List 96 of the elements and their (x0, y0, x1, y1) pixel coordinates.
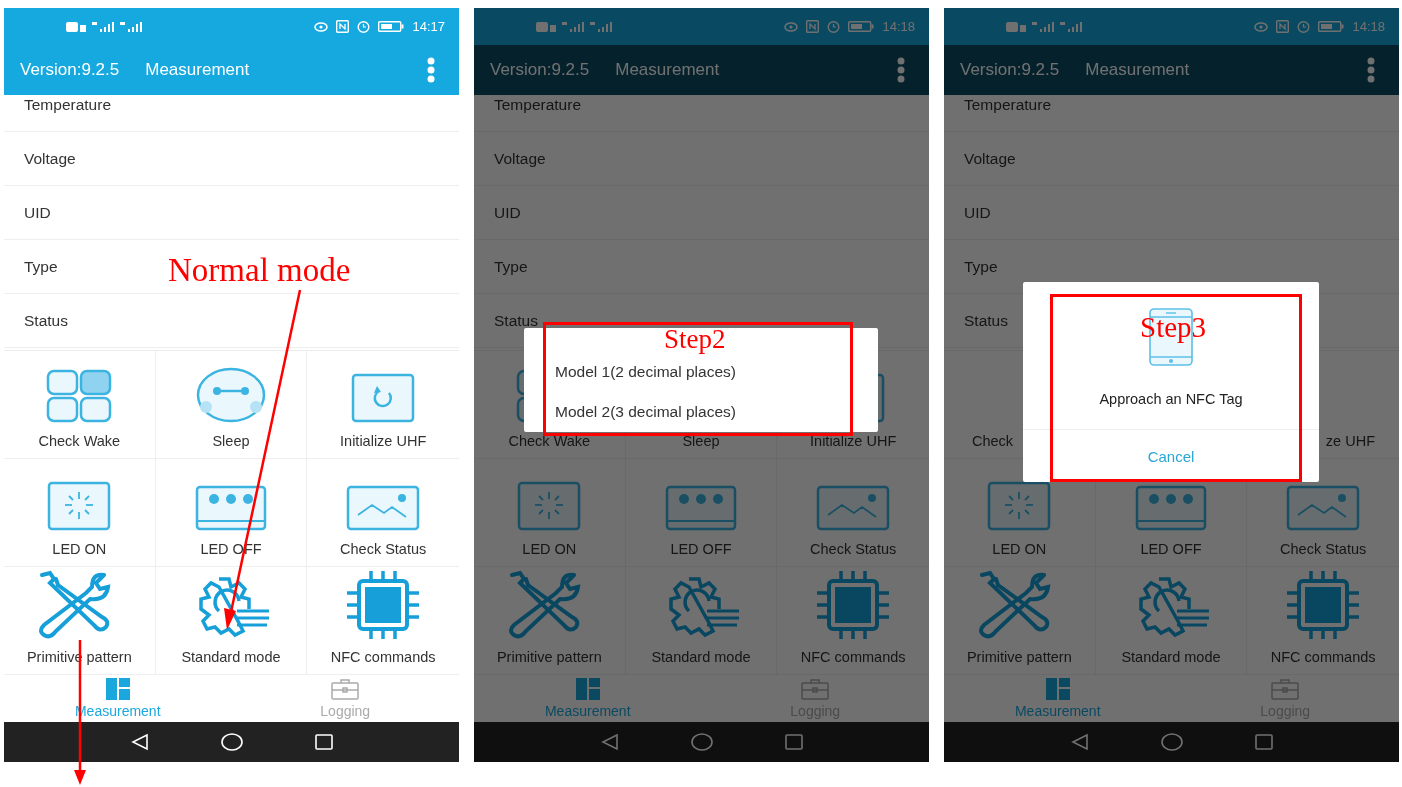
list-item-label: UID (24, 203, 51, 222)
nav-tab[interactable]: Logging (231, 674, 459, 722)
back-icon[interactable] (130, 733, 149, 751)
recents-icon[interactable] (314, 733, 333, 751)
briefcase-icon (1271, 677, 1300, 700)
list-item-label: Status (24, 311, 68, 330)
version-label: Version:9.2.5 (960, 60, 1060, 80)
grid-label: NFC commands (330, 649, 436, 665)
signal-icon (590, 20, 612, 33)
briefcase-icon (801, 677, 830, 700)
signal-icon (120, 20, 142, 33)
nav-tab[interactable]: Measurement (944, 674, 1172, 722)
screen-title: Measurement (145, 60, 250, 80)
grid-label: LED ON (992, 541, 1047, 557)
nav-tab[interactable]: Measurement (474, 674, 702, 722)
list-item-label: UID (494, 203, 521, 222)
grid-label: ze UHF (1325, 433, 1375, 449)
grid-label: Check (972, 433, 1014, 449)
image-icon (346, 485, 421, 531)
list-item-label: Type (494, 257, 528, 276)
grid-label: LED ON (522, 541, 577, 557)
status-time: 14:17 (412, 19, 445, 34)
home-icon[interactable] (220, 733, 243, 751)
step-label: Step3 (1140, 313, 1207, 342)
grid-label: Initialize UHF (810, 433, 897, 449)
grid-label: Primitive pattern (966, 649, 1072, 665)
briefcase-icon (331, 677, 360, 700)
alarm-icon (357, 20, 371, 33)
signal-icon (1060, 20, 1082, 33)
face-icon (195, 367, 267, 423)
alarm-icon (1297, 20, 1311, 33)
dialog-message: Approach an NFC Tag (1099, 391, 1243, 407)
list-item-label: Status (494, 311, 538, 330)
nfc-icon (806, 20, 820, 33)
list-item-label: Temperature (24, 95, 111, 114)
version-label: Version:9.2.5 (490, 60, 590, 80)
signal-icon (92, 20, 114, 33)
grid-label: Check Status (810, 541, 897, 557)
annotation-label: Normal mode (168, 254, 351, 287)
grid-label: Check Status (340, 541, 427, 557)
dots-panel-icon (1135, 485, 1207, 531)
sparkle-icon (987, 481, 1052, 531)
list-item-label: Temperature (494, 95, 581, 114)
cancel-button[interactable]: Cancel (1023, 429, 1319, 482)
grid-label: Primitive pattern (496, 649, 602, 665)
step-label: Step2 (664, 326, 726, 353)
nfc-icon (1276, 20, 1290, 33)
image-icon (816, 485, 891, 531)
dots-panel-icon (195, 485, 267, 531)
image-icon (1286, 485, 1361, 531)
grid-label: Check Status (1280, 541, 1367, 557)
signal-icon (562, 20, 584, 33)
list-item-label: Type (964, 257, 998, 276)
grid-label: LED OFF (1140, 541, 1202, 557)
sparkle-icon (47, 481, 112, 531)
list-item-label: Status (964, 311, 1008, 330)
status-time: 14:18 (882, 19, 915, 34)
grid-label: Check Wake (38, 433, 121, 449)
grid-label: Sleep (212, 433, 250, 449)
alarm-icon (827, 20, 841, 33)
signal-icon (1032, 20, 1054, 33)
battery-icon (378, 21, 405, 32)
hd-icon (1006, 21, 1026, 32)
list-item-label: Voltage (964, 149, 1016, 168)
grid-label: Standard mode (1121, 649, 1221, 665)
grid-label: Standard mode (181, 649, 281, 665)
eye-icon (314, 21, 329, 32)
dots-panel-icon (665, 485, 737, 531)
grid-label: LED ON (52, 541, 107, 557)
nfc-icon (336, 20, 350, 33)
list-item-label: Voltage (494, 149, 546, 168)
battery-icon (1318, 21, 1345, 32)
grid-label: Check Wake (508, 433, 591, 449)
grid-label: NFC commands (800, 649, 906, 665)
list-item-label: Temperature (964, 95, 1051, 114)
menu-icon[interactable] (427, 57, 435, 83)
grid-label: Initialize UHF (340, 433, 427, 449)
list-item-label: Type (24, 257, 58, 276)
menu-icon[interactable] (897, 57, 905, 83)
list-item-label: UID (964, 203, 991, 222)
version-label: Version:9.2.5 (20, 60, 120, 80)
status-time: 14:18 (1352, 19, 1385, 34)
hd-icon (536, 21, 556, 32)
screen-title: Measurement (615, 60, 720, 80)
grid-label: LED OFF (670, 541, 732, 557)
screen-title: Measurement (1085, 60, 1190, 80)
eye-icon (784, 21, 799, 32)
battery-icon (848, 21, 875, 32)
list-item-label: Voltage (24, 149, 76, 168)
menu-icon[interactable] (1367, 57, 1375, 83)
sparkle-icon (517, 481, 582, 531)
grid-label: Sleep (682, 433, 720, 449)
eye-icon (1254, 21, 1269, 32)
grid-label: Standard mode (651, 649, 751, 665)
hd-icon (66, 21, 86, 32)
grid-label: NFC commands (1270, 649, 1376, 665)
